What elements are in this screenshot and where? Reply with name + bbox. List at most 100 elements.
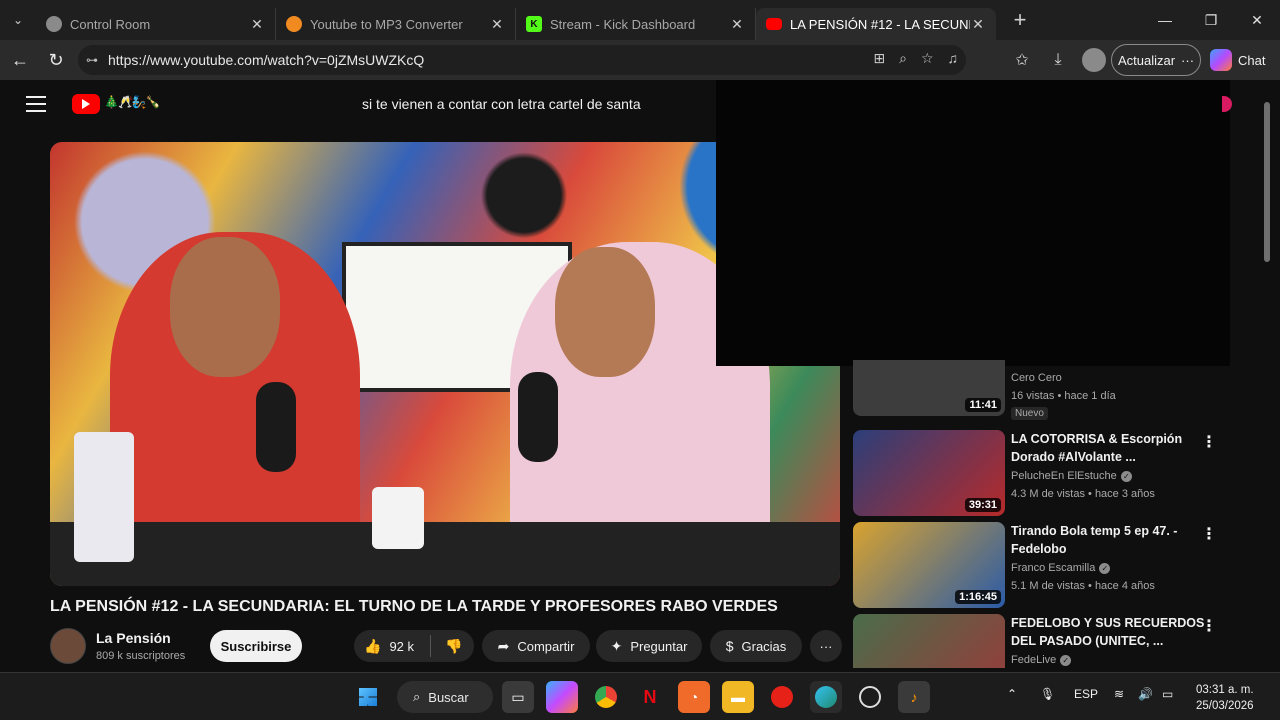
gear-icon [46, 16, 62, 32]
close-icon[interactable]: ✕ [729, 16, 745, 33]
thumbs-up-icon[interactable]: 👍 [364, 638, 381, 655]
recommendation-title[interactable]: Tirando Bola temp 5 ep 47. - Fedelobo [1011, 522, 1207, 558]
tab-youtube-video[interactable]: LA PENSIÓN #12 - LA SECUNDARIA ✕ [756, 8, 996, 40]
share-label: Compartir [517, 638, 575, 654]
channel-name[interactable]: La Pensión [96, 630, 171, 646]
close-icon[interactable]: ✕ [970, 16, 986, 33]
tab-youtube-mp3[interactable]: Youtube to MP3 Converter ✕ [276, 8, 516, 40]
duration-badge: 1:16:45 [955, 590, 1001, 604]
chevron-up-icon[interactable]: ⌃ [1007, 687, 1017, 701]
fl-studio-icon[interactable]: ♪ [898, 681, 930, 713]
youtube-music-icon[interactable] [766, 681, 798, 713]
recommendation-meta: 5.1 M de vistas • hace 4 años [1011, 580, 1155, 592]
windows-start-icon[interactable] [352, 681, 384, 713]
verified-icon: ✓ [1120, 470, 1132, 482]
thanks-button[interactable]: $ Gracias [710, 630, 802, 662]
new-badge: Nuevo [1011, 407, 1048, 420]
update-label: Actualizar [1117, 52, 1176, 68]
apps-icon[interactable]: ⊞ [873, 50, 885, 67]
copilot-chat-button[interactable]: Chat [1210, 46, 1265, 74]
recommendation-item[interactable]: 11:41 Cero Cero 16 vistas • hace 1 día N… [853, 330, 1253, 420]
obs-icon[interactable] [854, 681, 886, 713]
favorite-star-icon[interactable]: ☆ [921, 50, 934, 67]
more-vert-icon[interactable]: ⋮ [1201, 616, 1217, 636]
minimize-button[interactable]: — [1142, 0, 1188, 40]
microphone-icon[interactable]: 🎙 [1040, 687, 1055, 701]
youtube-icon [766, 18, 782, 30]
chrome-icon[interactable] [590, 681, 622, 713]
more-vert-icon[interactable]: ⋮ [1201, 432, 1217, 452]
more-actions-button[interactable]: ··· [810, 630, 842, 662]
address-bar[interactable]: ⊶ https://www.youtube.com/watch?v=0jZMsU… [78, 45, 966, 75]
channel-subscribers: 809 k suscriptores [96, 650, 186, 662]
recommendation-title[interactable]: LA COTORRISA & Escorpión Dorado #AlVolan… [1011, 430, 1207, 466]
arrow-left-icon: ← [11, 49, 29, 70]
page-scrollbar[interactable] [1262, 80, 1272, 668]
wifi-icon[interactable]: ≋ [1114, 687, 1124, 701]
scrollbar-thumb[interactable] [1264, 102, 1270, 262]
tab-kick-dashboard[interactable]: K Stream - Kick Dashboard ✕ [516, 8, 756, 40]
recommendation-title[interactable]: FEDELOBO Y SUS RECUERDOS DEL PASADO (UNI… [1011, 614, 1207, 650]
menu-icon[interactable] [26, 96, 46, 112]
zoom-icon[interactable]: ⌕ [899, 50, 907, 67]
thumbs-down-icon[interactable]: 👎 [445, 638, 462, 655]
back-button[interactable]: ← [2, 40, 38, 80]
volume-icon[interactable]: 🔊 [1138, 687, 1153, 701]
tab-control-room[interactable]: Control Room ✕ [36, 8, 276, 40]
channel-row: La Pensión 809 k suscriptores Suscribirs… [50, 628, 842, 668]
battery-icon[interactable]: ▭ [1162, 687, 1173, 701]
recommendation-item[interactable]: 1:16:45 Tirando Bola temp 5 ep 47. - Fed… [853, 522, 1253, 610]
clock-date: 25/03/2026 [1196, 700, 1254, 712]
recommendation-channel[interactable]: Franco Escamilla ✓ [1011, 562, 1111, 574]
taskbar-search[interactable]: ⌕ Buscar [397, 681, 493, 713]
video-cup [74, 432, 134, 562]
close-window-button[interactable]: ✕ [1234, 0, 1280, 40]
profile-avatar[interactable] [1082, 48, 1106, 72]
recommendation-channel[interactable]: PelucheEn ElEstuche ✓ [1011, 470, 1132, 482]
share-button[interactable]: ➦ Compartir [482, 630, 590, 662]
extension-icon[interactable]: ♫ [948, 50, 959, 67]
search-label: Buscar [428, 689, 469, 705]
reload-icon: ↻ [48, 49, 64, 70]
recommendation-channel[interactable]: Cero Cero [1011, 372, 1062, 384]
recommendation-thumbnail[interactable]: 39:31 [853, 430, 1005, 516]
close-icon[interactable]: ✕ [249, 16, 265, 33]
reload-button[interactable]: ↻ [38, 40, 74, 80]
edge-icon[interactable] [810, 681, 842, 713]
close-icon[interactable]: ✕ [489, 16, 505, 33]
recommendation-thumbnail[interactable]: 1:16:45 [853, 522, 1005, 608]
video-mug [372, 487, 424, 549]
recommendation-thumbnail[interactable] [853, 614, 1005, 668]
downloads-icon[interactable]: ⤓ [1046, 51, 1070, 69]
youtube-logo-icon[interactable] [72, 94, 100, 114]
browser-tab-bar: ⌄ Control Room ✕ Youtube to MP3 Converte… [0, 0, 1280, 40]
favorites-icon[interactable]: ✩ [1010, 50, 1034, 70]
recommendation-item[interactable]: FEDELOBO Y SUS RECUERDOS DEL PASADO (UNI… [853, 614, 1253, 668]
ask-button[interactable]: ✦ Preguntar [596, 630, 702, 662]
recommendation-thumbnail[interactable]: 11:41 [853, 360, 1005, 416]
recommendation-meta: 4.3 M de vistas • hace 3 años [1011, 488, 1155, 500]
channel-avatar[interactable] [50, 628, 86, 664]
more-dots-icon: ··· [819, 638, 833, 654]
language-indicator[interactable]: ESP [1074, 687, 1098, 701]
recommendation-item[interactable]: 39:31 LA COTORRISA & Escorpión Dorado #A… [853, 430, 1253, 518]
crunchyroll-icon[interactable]: ◔ [678, 681, 710, 713]
url-text[interactable]: https://www.youtube.com/watch?v=0jZMsUWZ… [108, 52, 424, 68]
restore-button[interactable]: ❐ [1188, 0, 1234, 40]
copilot-app-icon[interactable] [546, 681, 578, 713]
subscribe-button[interactable]: Suscribirse [210, 630, 302, 662]
tab-title: Control Room [70, 16, 151, 32]
task-view-icon[interactable]: ▭ [502, 681, 534, 713]
update-button[interactable]: Actualizar ··· [1111, 44, 1201, 76]
youtube-doodle-icon[interactable]: 🎄🥂🧞🍾 [104, 95, 161, 109]
file-explorer-icon[interactable]: ▬ [722, 681, 754, 713]
system-clock[interactable]: 03:31 a. m. 25/03/2026 [1196, 682, 1254, 714]
more-vert-icon[interactable]: ⋮ [1201, 524, 1217, 544]
tab-actions-menu-button[interactable]: ⌄ [0, 0, 36, 40]
site-info-icon[interactable]: ⊶ [86, 53, 108, 67]
netflix-icon[interactable]: N [634, 681, 666, 713]
like-count[interactable]: 92 k [389, 639, 414, 654]
recommendation-channel[interactable]: FedeLive ✓ [1011, 654, 1072, 666]
new-tab-button[interactable]: + [1002, 4, 1038, 36]
search-icon: ⌕ [413, 689, 421, 704]
